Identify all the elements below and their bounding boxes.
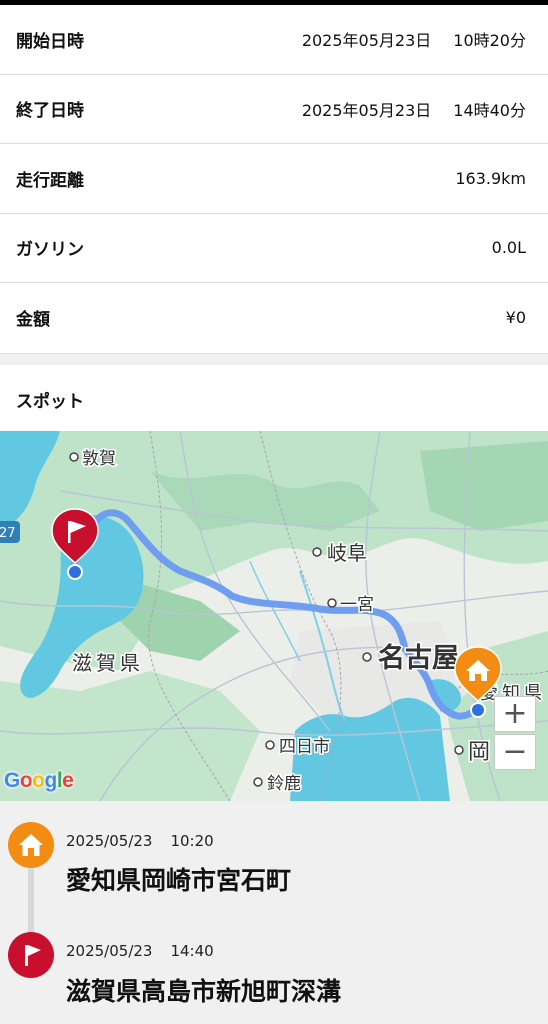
spot-timeline: 2025/05/23 10:20 愛知県岡崎市宮石町 2025/05/23 14… <box>0 801 548 1024</box>
info-row-distance: 走行距離 163.9km <box>0 144 548 214</box>
gasoline-value: 0.0L <box>491 238 526 258</box>
end-value: 2025年05月23日 14時40分 <box>302 97 526 121</box>
end-date: 2025年05月23日 <box>301 100 432 120</box>
timeline-start-datetime: 2025/05/23 10:20 <box>66 832 214 850</box>
cost-label: 金額 <box>16 310 50 331</box>
map-label-shiga: 滋賀県 <box>72 651 144 675</box>
timeline-start-time: 10:20 <box>170 832 214 850</box>
map-label-yokkaichi: 四日市 <box>279 737 330 757</box>
gasoline-label: ガソリン <box>16 240 84 261</box>
end-time: 14時40分 <box>453 100 526 120</box>
map-label-okazaki: 岡 <box>468 740 490 765</box>
start-label: 開始日時 <box>16 31 84 52</box>
timeline-end-datetime: 2025/05/23 14:40 <box>66 942 214 960</box>
google-logo: Google <box>4 769 74 792</box>
start-date: 2025年05月23日 <box>301 31 432 51</box>
map-canvas: 敦賀 岐阜 一宮 名古屋 滋賀県 愛知県 四日市 鈴鹿 岡 27 <box>0 431 548 801</box>
flag-icon <box>8 932 54 978</box>
route-map[interactable]: 敦賀 岐阜 一宮 名古屋 滋賀県 愛知県 四日市 鈴鹿 岡 27 + − Goo <box>0 431 548 801</box>
info-row-end: 終了日時 2025年05月23日 14時40分 <box>0 74 548 144</box>
zoom-out-button[interactable]: − <box>494 734 536 770</box>
section-divider <box>0 352 548 365</box>
info-row-cost: 金額 ¥0 <box>0 283 548 353</box>
svg-text:27: 27 <box>0 526 16 541</box>
map-label-suzuka: 鈴鹿 <box>267 774 301 794</box>
map-label-gifu: 岐阜 <box>327 541 367 565</box>
end-label: 終了日時 <box>16 101 84 122</box>
info-row-start: 開始日時 2025年05月23日 10時20分 <box>0 5 548 75</box>
timeline-end-date: 2025/05/23 <box>66 942 153 960</box>
distance-value: 163.9km <box>455 168 526 188</box>
home-icon <box>8 822 54 868</box>
start-value: 2025年05月23日 10時20分 <box>302 27 526 51</box>
timeline-start-date: 2025/05/23 <box>66 832 153 850</box>
start-time: 10時20分 <box>453 31 526 51</box>
timeline-end-time: 14:40 <box>170 942 214 960</box>
trip-info-list: 開始日時 2025年05月23日 10時20分 終了日時 2025年05月23日… <box>0 5 548 353</box>
map-label-nagoya: 名古屋 <box>378 642 459 674</box>
timeline-start-address: 愛知県岡崎市宮石町 <box>66 866 292 895</box>
route-shield: 27 <box>0 521 20 543</box>
distance-label: 走行距離 <box>16 170 84 191</box>
map-label-ichinomiya: 一宮 <box>340 595 374 615</box>
info-row-gasoline: ガソリン 0.0L <box>0 213 548 283</box>
spots-title: スポット <box>0 364 548 435</box>
cost-value: ¥0 <box>505 308 526 328</box>
zoom-in-button[interactable]: + <box>494 696 536 732</box>
timeline-end-address: 滋賀県高島市新旭町深溝 <box>66 977 342 1006</box>
map-label-tsuruga: 敦賀 <box>82 449 116 469</box>
